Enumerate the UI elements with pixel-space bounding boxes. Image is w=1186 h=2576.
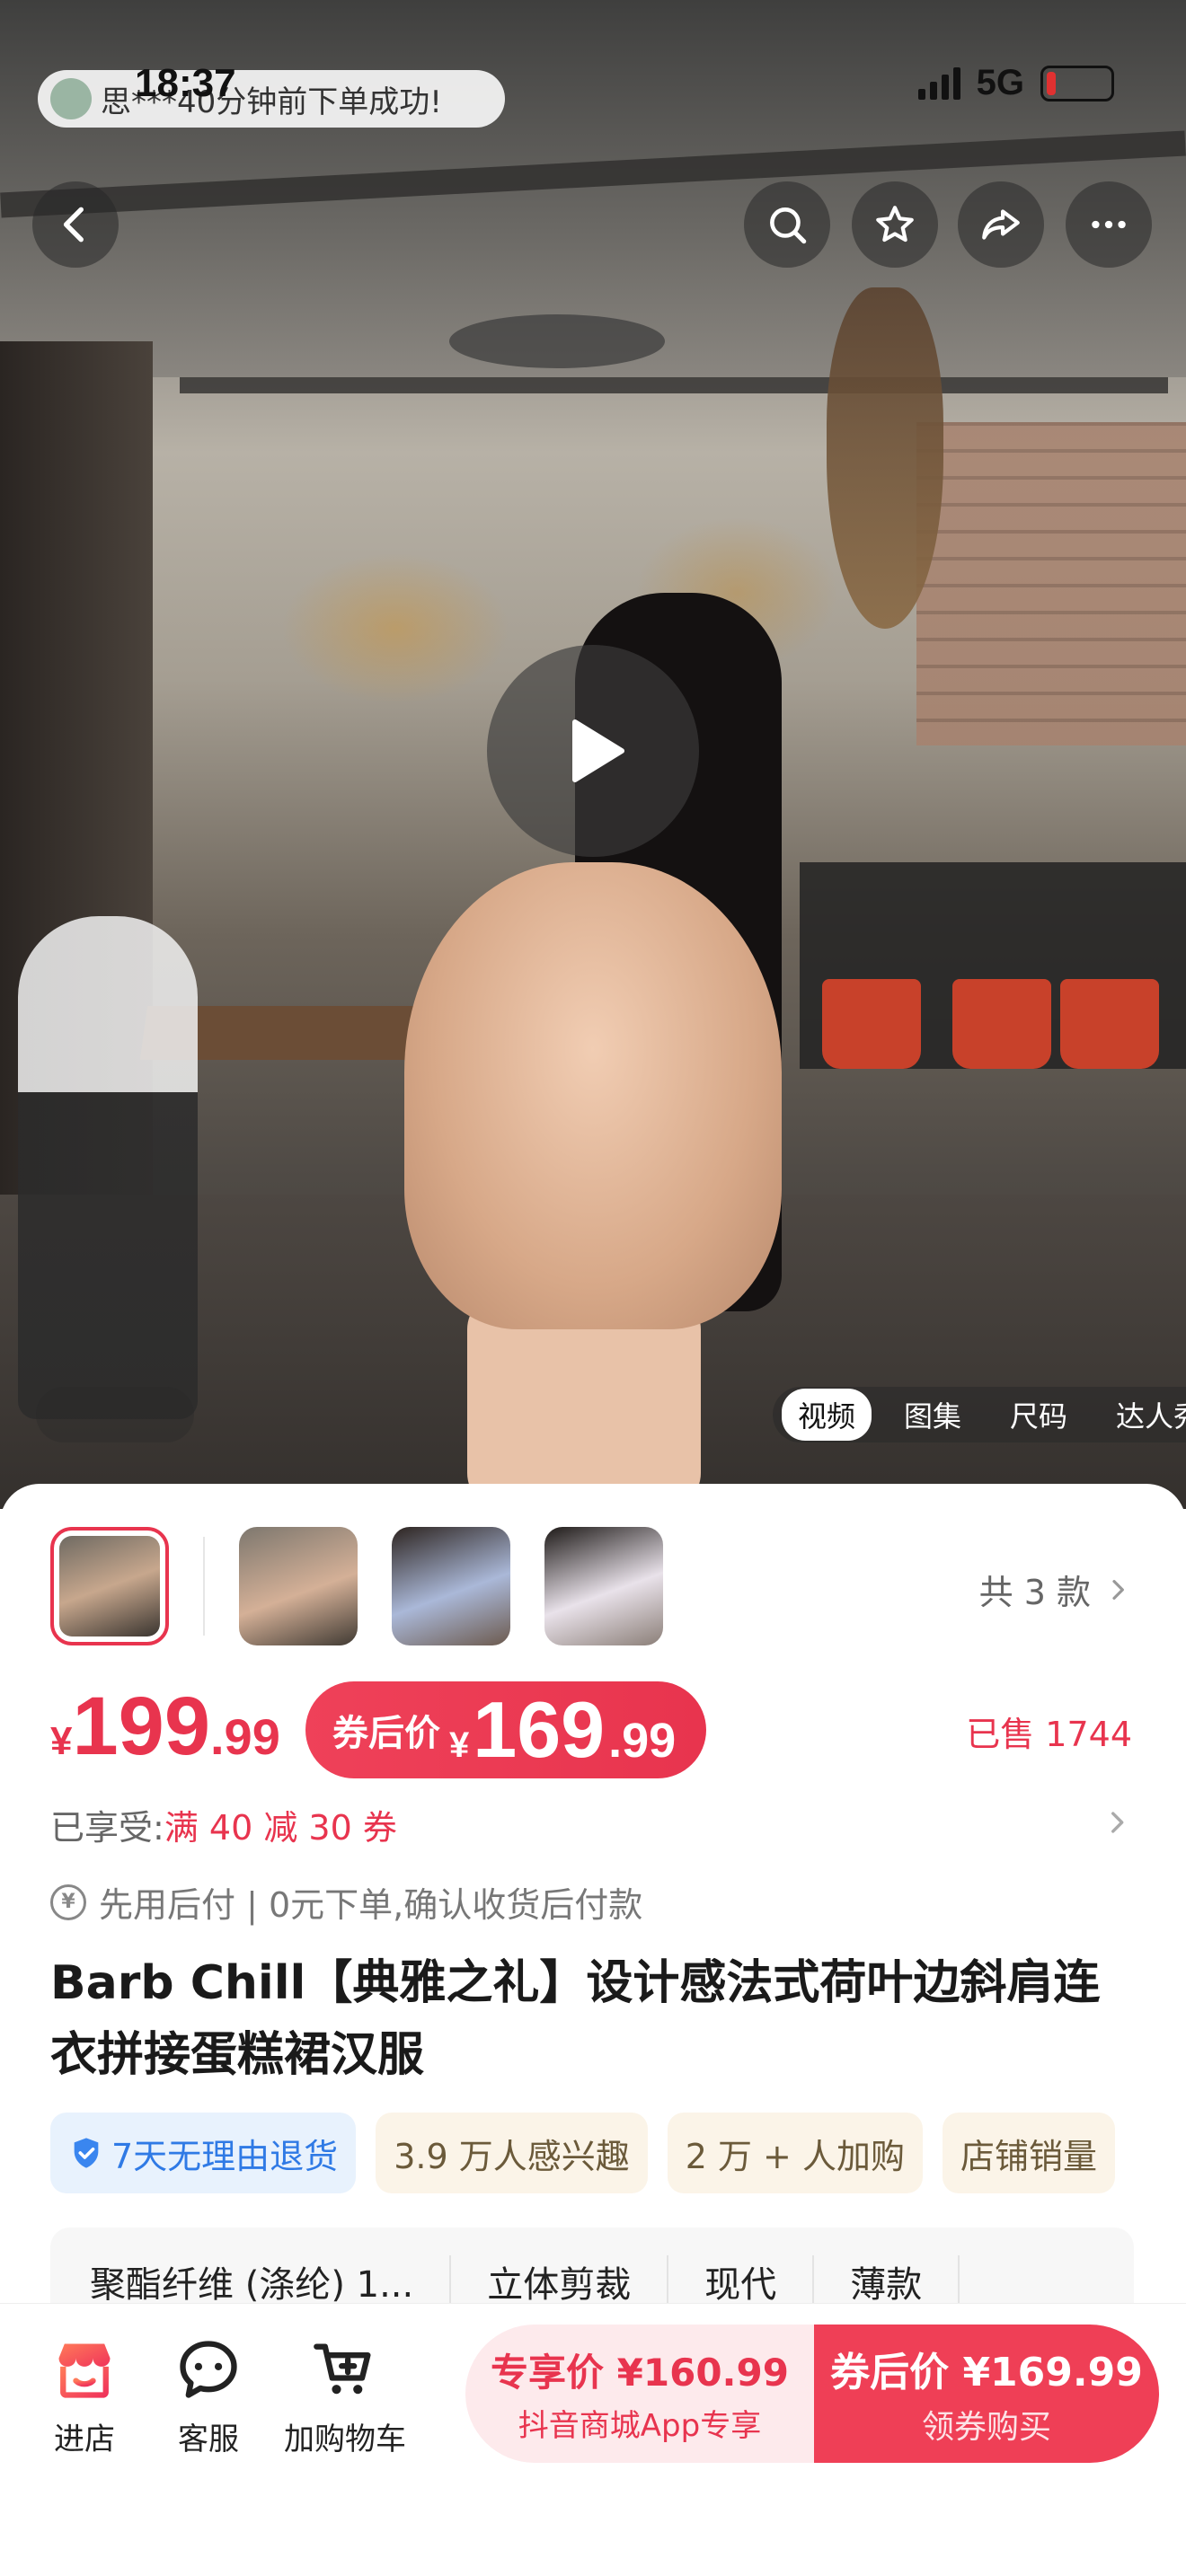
status-time: 18:37 [135,61,236,105]
product-title: Barb Chill【典雅之礼】设计感法式荷叶边斜肩连衣拼接蛋糕裙汉服 [50,1956,1101,2082]
tag-label: 3.9 万人感兴趣 [394,2136,630,2176]
variant-thumbnail[interactable] [392,1527,510,1645]
attribute-item: 现代 [668,2255,815,2307]
star-icon [876,206,914,243]
promo-row[interactable]: 已享受:满 40 减 30 券 [50,1800,397,1849]
store-icon [50,2335,119,2407]
tag-label: 7天无理由退货 [111,2136,339,2176]
pay-later-text: 先用后付 | 0元下单,确认收货后付款 [99,1885,643,1925]
play-video-button[interactable] [487,645,699,857]
price-decimal: .99 [209,1708,280,1765]
scene-pot [1060,979,1159,1069]
chevron-left-icon [63,207,84,243]
scene-brick-wall [916,422,1186,745]
currency-symbol: ¥ [449,1725,470,1765]
attribute-item: 薄款 [814,2255,960,2307]
tags-viewport: 7天无理由退货 3.9 万人感兴趣 2 万 + 人加购 店铺销量 [0,2102,1136,2210]
interest-tag[interactable]: 3.9 万人感兴趣 [376,2113,648,2193]
variant-thumbnails [50,1527,663,1645]
attribute-item: 聚酯纤维 (涤纶) 1... [90,2255,452,2307]
sold-count: 已售 1744 [966,1715,1132,1754]
return-policy-tag[interactable]: 7天无理由退货 [50,2113,357,2193]
scene-pot [822,979,921,1069]
customer-service-button[interactable]: 客服 [146,2335,271,2458]
scene-pot [952,979,1051,1069]
buy-subtitle: 领券购买 [921,2409,1051,2446]
divider [203,1537,205,1636]
variant-count-link[interactable]: 共 3 款 [979,1565,1132,1614]
add-cart-count-tag[interactable]: 2 万 + 人加购 [667,2113,923,2193]
search-button[interactable] [744,181,830,268]
variant-count-label: 共 3 款 [978,1573,1091,1612]
exclusive-price-label: 专享价 ¥160.99 [491,2351,789,2395]
signal-icon [917,66,960,100]
chevron-right-icon [1112,1579,1124,1600]
shield-check-icon [74,2138,99,2168]
model-dress [404,862,782,1329]
search-icon [770,207,807,244]
network-type: 5G [976,63,1024,102]
promo-prefix: 已享受: [50,1808,164,1848]
store-label: 进店 [54,2422,115,2457]
buy-price-label: 券后价 ¥169.99 [830,2350,1143,2395]
currency-symbol: ¥ [50,1719,73,1763]
status-indicators: 5G [917,63,1114,103]
variant-thumbnail[interactable] [239,1527,358,1645]
yen-icon: ¥ [50,1883,86,1920]
original-price: ¥199.99 [50,1680,280,1774]
coupon-buy-button[interactable]: 券后价 ¥169.99 领券购买 [814,2325,1159,2463]
scene-lamp [827,287,943,629]
exclusive-subtitle: 抖音商城App专享 [518,2408,762,2444]
price-integer: 169 [473,1685,606,1774]
store-button[interactable]: 进店 [22,2335,147,2458]
play-icon [572,719,624,782]
product-tags: 7天无理由退货 3.9 万人感兴趣 2 万 + 人加购 店铺销量 [50,2113,1115,2193]
tag-label: 2 万 + 人加购 [685,2136,905,2176]
price-integer: 199 [72,1681,210,1772]
variant-thumbnail[interactable] [544,1527,663,1645]
coupon-price-badge: 券后价 ¥169.99 [305,1681,707,1778]
cart-label: 加购物车 [284,2422,406,2457]
attribute-item: 立体剪裁 [451,2255,669,2307]
tab-gallery[interactable]: 图集 [888,1389,978,1441]
avatar [50,78,92,119]
chat-icon [174,2335,243,2407]
app-exclusive-price-button[interactable]: 专享价 ¥160.99 抖音商城App专享 [465,2325,814,2463]
store-sales-tag[interactable]: 店铺销量 [942,2113,1115,2193]
back-button[interactable] [32,181,119,268]
scene-person [18,916,198,1419]
promo-value: 满 40 减 30 券 [164,1808,397,1848]
coupon-price-label: 券后价 [332,1714,440,1753]
favorite-button[interactable] [852,181,938,268]
pay-later-row: ¥ 先用后付 | 0元下单,确认收货后付款 [50,1877,642,1927]
add-to-cart-button[interactable]: 加购物车 [282,2335,408,2458]
tab-size[interactable]: 尺码 [994,1389,1084,1441]
cart-plus-icon [311,2335,379,2407]
scene-fan [449,314,665,368]
price-decimal: .99 [608,1714,677,1768]
promo-chevron[interactable] [1102,1807,1132,1841]
tag-label: 店铺销量 [960,2136,1097,2176]
variant-thumbnail[interactable] [50,1527,169,1645]
battery-icon [1040,65,1114,101]
tab-video[interactable]: 视频 [782,1389,872,1441]
media-tabs: 视频 图集 尺码 达人秀 [773,1387,1186,1442]
media-indicator [36,1387,194,1442]
order-notification: 思***40分钟前下单成功! [38,70,505,128]
share-icon [982,209,1020,240]
service-label: 客服 [178,2422,239,2457]
tab-influencer[interactable]: 达人秀 [1100,1389,1186,1441]
more-dots-icon [1092,220,1126,229]
share-button[interactable] [958,181,1044,268]
chevron-right-icon [1111,1812,1124,1833]
scene-beam [180,377,1168,393]
more-button[interactable] [1066,181,1152,268]
